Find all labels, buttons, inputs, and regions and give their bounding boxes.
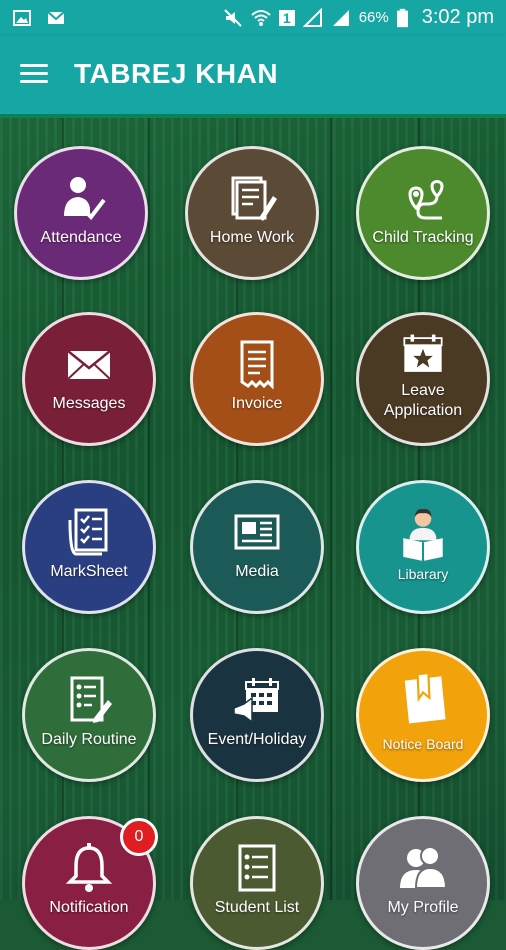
notification-count-badge: 0 [120, 818, 158, 856]
tile-label: Home Work [209, 229, 295, 246]
status-bar: 1 66% 3:02 pm [0, 0, 506, 36]
gallery-icon [13, 10, 31, 26]
daily-routine-tile[interactable]: Daily Routine [22, 648, 156, 782]
tile-label: Leave Application [383, 382, 463, 419]
leave-application-tile[interactable]: Leave Application [356, 312, 490, 446]
sim-slot-indicator: 1 [278, 9, 295, 26]
home-work-tile[interactable]: Home Work [185, 146, 319, 280]
routine-list-icon [70, 676, 112, 723]
library-tile[interactable]: Libarary [356, 480, 490, 614]
attendance-icon [64, 177, 106, 221]
tile-label: Messages [52, 395, 126, 412]
media-tile[interactable]: Media [190, 480, 324, 614]
mute-icon [224, 8, 242, 27]
notice-icon [404, 671, 446, 724]
marksheet-tile[interactable]: MarkSheet [22, 480, 156, 614]
list-icon [238, 844, 276, 892]
tile-label: Invoice [231, 395, 283, 412]
reader-icon [403, 509, 443, 561]
tile-label: Child Tracking [372, 229, 474, 246]
tile-label: MarkSheet [50, 563, 128, 580]
envelope-icon [67, 350, 111, 380]
tile-label: Event/Holiday [207, 731, 307, 748]
calendar-megaphone-icon [233, 678, 279, 724]
tile-label: Notice Board [382, 736, 464, 752]
attendance-tile[interactable]: Attendance [14, 146, 148, 280]
tile-label: Media [235, 563, 279, 580]
route-pin-icon [408, 180, 444, 220]
child-tracking-tile[interactable]: Child Tracking [356, 146, 490, 280]
tile-label: My Profile [387, 899, 459, 916]
notice-board-tile[interactable]: Notice Board [356, 648, 490, 782]
wifi-icon [251, 9, 271, 26]
clock: 3:02 pm [421, 6, 494, 28]
signal-icon [302, 7, 322, 27]
app-bar: TABREJ KHAN [0, 36, 506, 118]
bell-icon [65, 843, 113, 892]
page-title: TABREJ KHAN [74, 58, 279, 89]
receipt-icon [240, 340, 274, 390]
users-icon [400, 846, 448, 889]
tile-label: Notification [49, 899, 129, 916]
invoice-tile[interactable]: Invoice [190, 312, 324, 446]
battery-icon [396, 8, 408, 27]
tile-label: Daily Routine [41, 731, 137, 748]
tile-label: Student List [214, 899, 300, 916]
calendar-star-icon [403, 334, 443, 372]
signal-icon-2 [332, 9, 349, 26]
messages-tile[interactable]: Messages [22, 312, 156, 446]
mail-icon [47, 11, 65, 24]
checklist-icon [68, 508, 108, 556]
hamburger-menu-icon[interactable] [20, 62, 48, 84]
tile-label: Libarary [397, 566, 449, 582]
battery-percent: 66% [358, 9, 389, 26]
event-holiday-tile[interactable]: Event/Holiday [190, 648, 324, 782]
newspaper-icon [234, 514, 280, 550]
my-profile-tile[interactable]: My Profile [356, 816, 490, 950]
tile-label: Attendance [40, 229, 122, 246]
student-list-tile[interactable]: Student List [190, 816, 324, 950]
homework-icon [231, 176, 277, 221]
